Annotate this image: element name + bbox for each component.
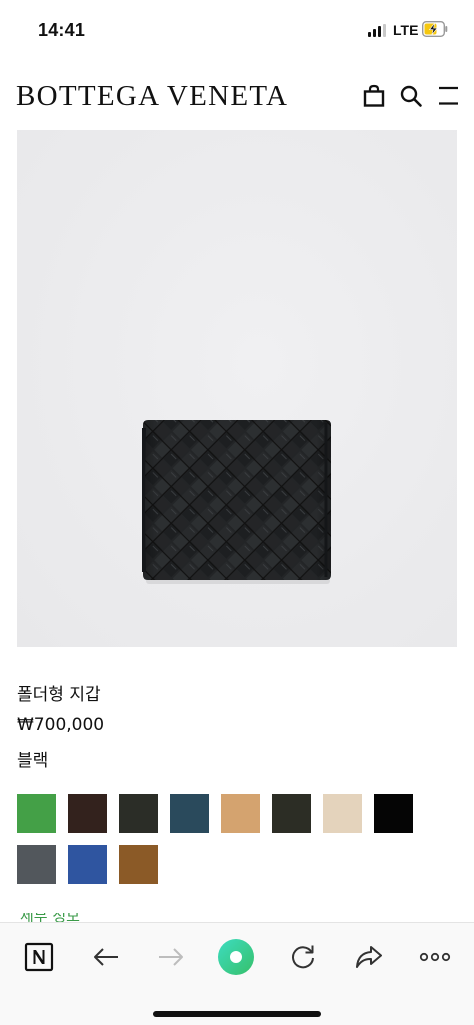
- color-swatch-tan[interactable]: [221, 794, 260, 833]
- product-name: 폴더형 지갑: [17, 685, 101, 705]
- menu-icon[interactable]: [434, 83, 460, 109]
- color-swatch-brown[interactable]: [119, 845, 158, 884]
- browser-toolbar: [0, 922, 474, 1025]
- home-indicator[interactable]: [153, 1011, 321, 1017]
- wallet-image: [142, 420, 331, 584]
- color-swatch-dark-olive[interactable]: [119, 794, 158, 833]
- selected-color-label: 블랙: [17, 751, 49, 771]
- more-options-icon[interactable]: [415, 937, 455, 977]
- forward-arrow-icon[interactable]: [151, 937, 191, 977]
- share-icon[interactable]: [349, 937, 389, 977]
- color-swatch-green[interactable]: [17, 794, 56, 833]
- shopping-bag-icon[interactable]: [361, 83, 387, 109]
- site-header: BOTTEGA VENETA: [0, 70, 474, 120]
- network-type: LTE: [393, 22, 419, 38]
- refresh-icon[interactable]: [283, 937, 323, 977]
- product-image[interactable]: [17, 130, 457, 647]
- status-bar: 14:41 LTE: [0, 0, 474, 58]
- green-dot-home-icon[interactable]: [216, 937, 256, 977]
- status-time: 14:41: [38, 20, 86, 40]
- naver-home-icon[interactable]: [19, 937, 59, 977]
- color-swatch-dark-brown[interactable]: [68, 794, 107, 833]
- brand-logo[interactable]: BOTTEGA VENETA: [16, 80, 288, 113]
- color-swatch-gray[interactable]: [17, 845, 56, 884]
- search-icon[interactable]: [398, 83, 424, 109]
- back-arrow-icon[interactable]: [86, 937, 126, 977]
- battery-charging-icon: [421, 20, 448, 38]
- color-swatch-blue[interactable]: [68, 845, 107, 884]
- color-swatches: [17, 794, 457, 886]
- signal-strength-icon: [368, 24, 386, 37]
- color-swatch-dark-green[interactable]: [272, 794, 311, 833]
- color-swatch-black[interactable]: [374, 794, 413, 833]
- color-swatch-slate-blue[interactable]: [170, 794, 209, 833]
- color-swatch-beige[interactable]: [323, 794, 362, 833]
- product-price: ₩700,000: [17, 715, 105, 735]
